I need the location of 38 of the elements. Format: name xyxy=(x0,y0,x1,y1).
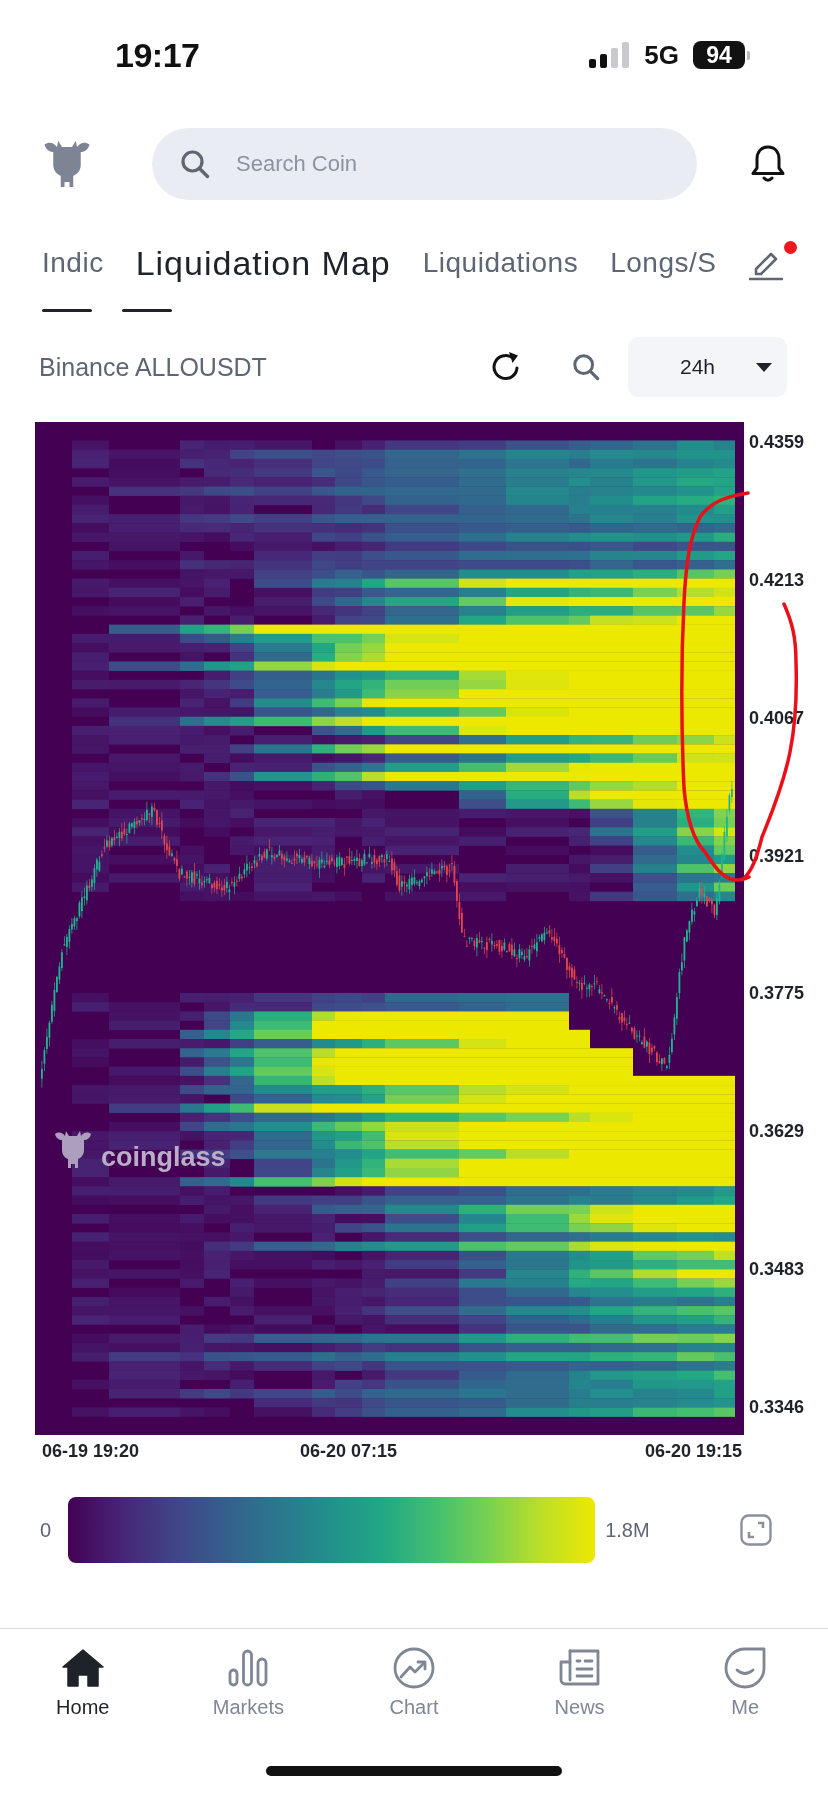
nav-tab[interactable]: Home xyxy=(0,1629,166,1744)
category-tab[interactable]: Liquidation Map xyxy=(135,243,391,283)
home-icon xyxy=(60,1646,105,1690)
trend-chart-icon xyxy=(392,1646,436,1690)
scale-min-label: 0 xyxy=(40,1518,52,1542)
search-icon[interactable] xyxy=(572,353,600,381)
nav-tab[interactable]: Markets xyxy=(165,1629,332,1744)
x-axis-label: 06-19 19:20 xyxy=(42,1440,141,1462)
trading-pair-label: Binance ALLOUSDT xyxy=(39,352,267,382)
expand-icon[interactable] xyxy=(740,1514,772,1546)
x-axis-label: 06-20 19:15 xyxy=(645,1440,744,1462)
network-type: 5G xyxy=(644,39,679,71)
nav-tab[interactable]: News xyxy=(496,1629,663,1744)
search-field[interactable]: Search Coin xyxy=(152,128,697,200)
y-axis-label: 0.3629 xyxy=(749,1120,805,1144)
category-tab[interactable]: Liquidations xyxy=(422,247,579,279)
signal-strength-icon xyxy=(589,42,630,68)
smiley-face-icon xyxy=(723,1646,768,1690)
y-axis-label: 0.3775 xyxy=(749,982,805,1006)
bull-mascot-icon xyxy=(55,1131,91,1168)
category-tab[interactable]: Longs/S xyxy=(610,247,717,279)
category-tab[interactable]: Indic xyxy=(42,247,104,279)
battery-cap-icon xyxy=(747,50,750,60)
status-time: 19:17 xyxy=(115,35,200,75)
nav-tab[interactable]: Me xyxy=(662,1629,828,1744)
chart-watermark-text: coinglass xyxy=(101,1142,226,1172)
nav-tab[interactable]: Chart xyxy=(331,1629,497,1744)
bell-icon[interactable] xyxy=(751,144,785,184)
y-axis-label: 0.4359 xyxy=(749,431,805,454)
search-icon xyxy=(180,149,210,179)
period-dropdown[interactable]: 24h xyxy=(628,337,787,397)
scale-max-label: 1.8M xyxy=(605,1518,650,1542)
battery-level: 94 xyxy=(693,41,745,69)
y-axis-label: 0.3346 xyxy=(749,1395,805,1419)
y-axis-label: 0.3483 xyxy=(749,1258,805,1282)
x-axis-label: 06-20 07:15 xyxy=(300,1440,399,1462)
y-axis-label: 0.4213 xyxy=(749,568,805,592)
caret-icon xyxy=(756,362,772,372)
